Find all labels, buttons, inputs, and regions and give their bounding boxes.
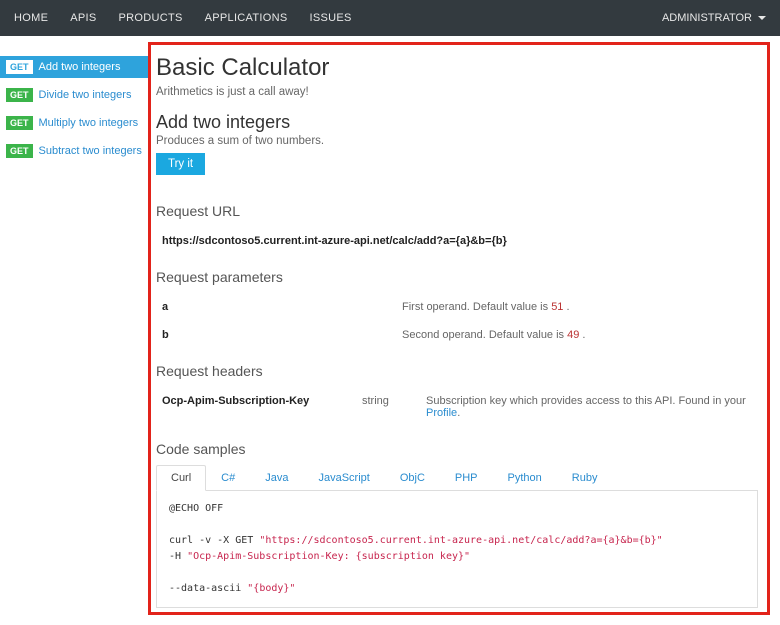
body: GET Add two integers GET Divide two inte… [0, 36, 780, 625]
profile-link[interactable]: Profile [426, 407, 457, 419]
period: . [563, 301, 569, 313]
user-menu[interactable]: ADMINISTRATOR [662, 12, 766, 24]
param-row-b: b Second operand. Default value is 49 . [156, 321, 758, 349]
try-it-button[interactable]: Try it [156, 153, 205, 175]
tab-csharp[interactable]: C# [206, 465, 250, 490]
page-title: Basic Calculator [156, 54, 758, 82]
nav-products[interactable]: PRODUCTS [118, 12, 182, 24]
caret-down-icon [758, 16, 766, 20]
tab-ruby[interactable]: Ruby [557, 465, 613, 490]
header-type: string [362, 395, 426, 419]
nav-applications[interactable]: APPLICATIONS [205, 12, 288, 24]
param-row-a: a First operand. Default value is 51 . [156, 293, 758, 321]
param-desc: First operand. Default value is 51 . [402, 301, 752, 313]
param-desc-text: Second operand. Default value is [402, 329, 567, 341]
method-badge: GET [6, 60, 33, 74]
tab-python[interactable]: Python [493, 465, 557, 490]
sidebar-item-label: Divide two integers [39, 89, 132, 101]
method-badge: GET [6, 144, 33, 158]
section-request-params: Request parameters [156, 269, 758, 285]
sidebar-item-label: Multiply two integers [39, 117, 139, 129]
tab-java[interactable]: Java [250, 465, 303, 490]
nav-home[interactable]: HOME [14, 12, 48, 24]
code-line: @ECHO OFF [169, 503, 223, 514]
period: . [579, 329, 585, 341]
section-request-headers: Request headers [156, 363, 758, 379]
code-string: "{body}" [247, 583, 295, 594]
sidebar: GET Add two integers GET Divide two inte… [0, 36, 148, 625]
code-line: curl -v -X GET [169, 535, 259, 546]
param-name: b [162, 329, 402, 341]
sidebar-item-subtract[interactable]: GET Subtract two integers [0, 140, 148, 162]
nav-apis[interactable]: APIS [70, 12, 96, 24]
request-url-value: https://sdcontoso5.current.int-azure-api… [156, 227, 758, 255]
code-string: "https://sdcontoso5.current.int-azure-ap… [259, 535, 662, 546]
sidebar-item-label: Add two integers [39, 61, 121, 73]
operation-desc: Produces a sum of two numbers. [156, 135, 758, 147]
tab-php[interactable]: PHP [440, 465, 493, 490]
sidebar-item-label: Subtract two integers [39, 145, 142, 157]
content: Basic Calculator Arithmetics is just a c… [148, 36, 780, 625]
method-badge: GET [6, 88, 33, 102]
page-tagline: Arithmetics is just a call away! [156, 86, 758, 98]
tab-curl[interactable]: Curl [156, 465, 206, 491]
top-nav-left: HOME APIS PRODUCTS APPLICATIONS ISSUES [14, 12, 352, 24]
header-row: Ocp-Apim-Subscription-Key string Subscri… [156, 387, 758, 427]
param-default: 51 [551, 301, 563, 313]
period: . [457, 407, 460, 419]
header-desc-text: Subscription key which provides access t… [426, 395, 746, 407]
top-nav: HOME APIS PRODUCTS APPLICATIONS ISSUES A… [0, 0, 780, 36]
code-sample: @ECHO OFF curl -v -X GET "https://sdcont… [156, 491, 758, 608]
section-request-url: Request URL [156, 203, 758, 219]
code-tabs: Curl C# Java JavaScript ObjC PHP Python … [156, 465, 758, 491]
header-name: Ocp-Apim-Subscription-Key [162, 395, 362, 419]
main: Basic Calculator Arithmetics is just a c… [148, 36, 780, 625]
param-name: a [162, 301, 402, 313]
code-string: "Ocp-Apim-Subscription-Key: {subscriptio… [187, 551, 470, 562]
user-label: ADMINISTRATOR [662, 12, 752, 24]
tab-objc[interactable]: ObjC [385, 465, 440, 490]
method-badge: GET [6, 116, 33, 130]
operation-title: Add two integers [156, 112, 758, 133]
sidebar-item-divide[interactable]: GET Divide two integers [0, 84, 148, 106]
param-desc-text: First operand. Default value is [402, 301, 551, 313]
param-desc: Second operand. Default value is 49 . [402, 329, 752, 341]
sidebar-item-add[interactable]: GET Add two integers [0, 56, 148, 78]
tab-javascript[interactable]: JavaScript [303, 465, 384, 490]
code-line: --data-ascii [169, 583, 247, 594]
sidebar-item-multiply[interactable]: GET Multiply two integers [0, 112, 148, 134]
param-default: 49 [567, 329, 579, 341]
section-code-samples: Code samples [156, 441, 758, 457]
nav-issues[interactable]: ISSUES [309, 12, 351, 24]
header-desc: Subscription key which provides access t… [426, 395, 752, 419]
code-line: -H [169, 551, 187, 562]
